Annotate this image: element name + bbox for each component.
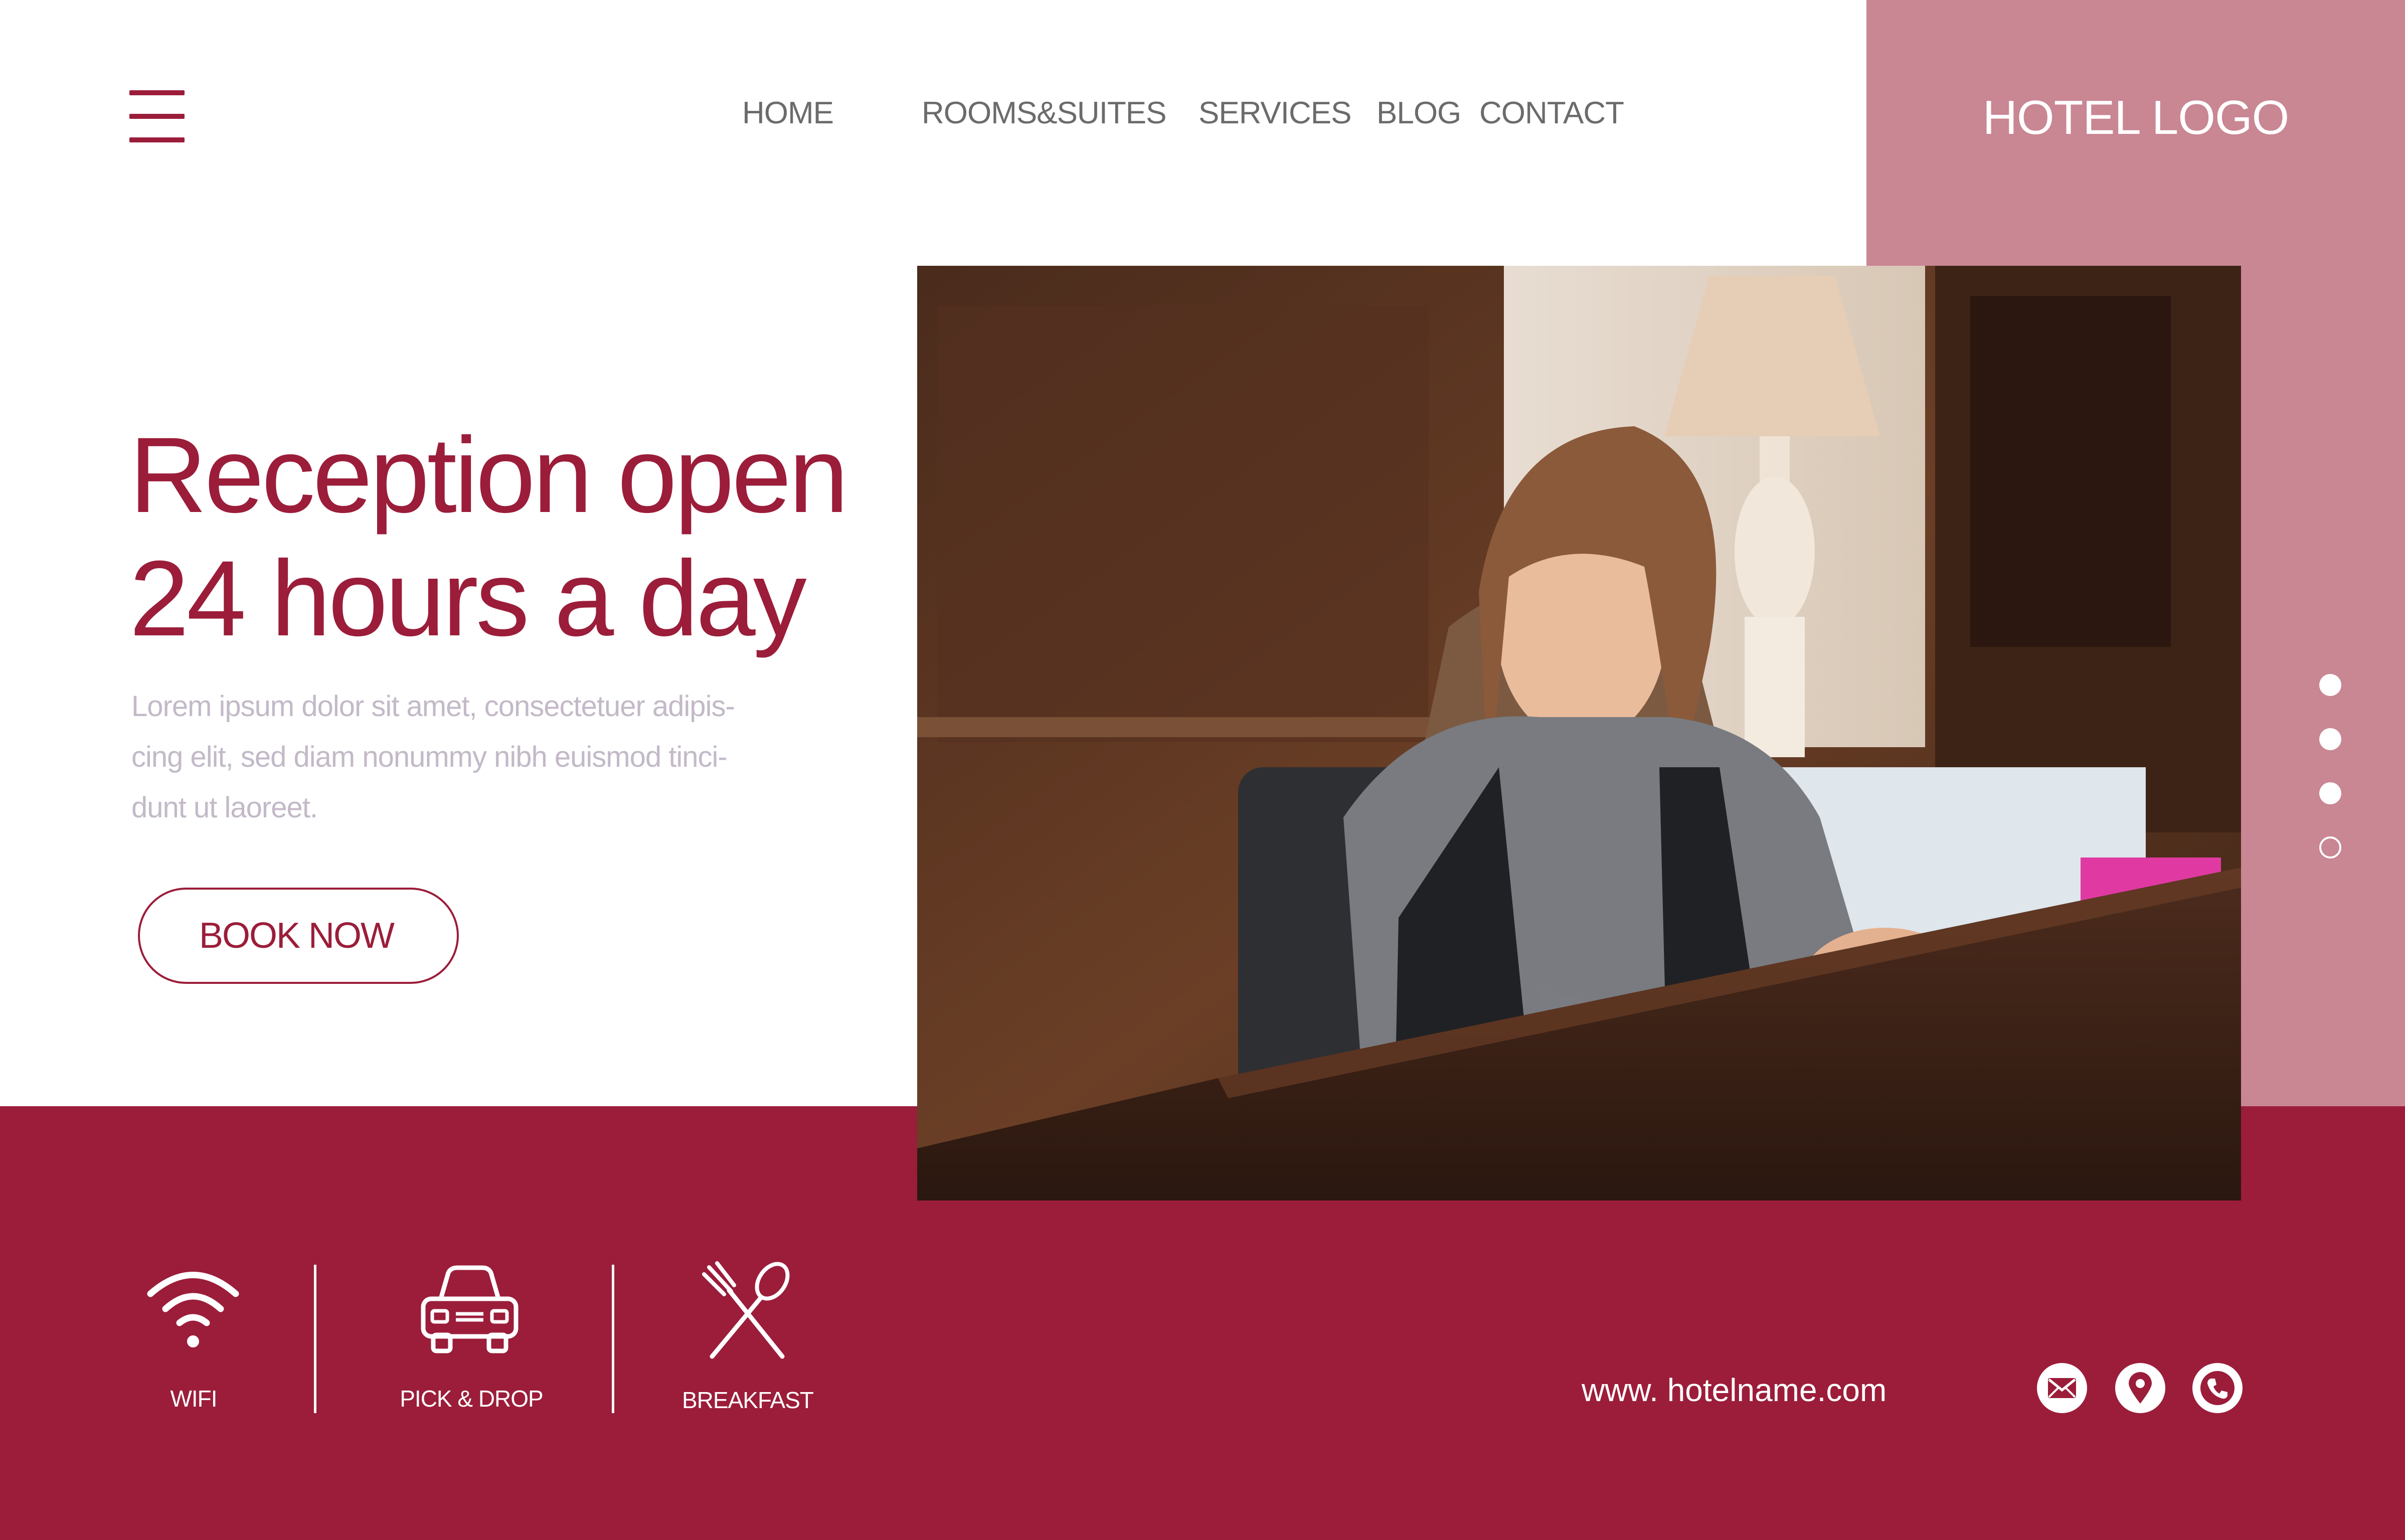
mail-icon[interactable] xyxy=(2037,1363,2087,1413)
hotel-logo[interactable]: HOTEL LOGO xyxy=(1866,90,2405,145)
nav-blog[interactable]: BLOG xyxy=(1377,95,1461,131)
nav-home[interactable]: HOME xyxy=(742,95,834,131)
amenity-label-wifi: WIFI xyxy=(170,1386,217,1412)
amenity-divider xyxy=(612,1265,614,1413)
slider-dot-3[interactable] xyxy=(2319,782,2341,804)
amenity-divider xyxy=(314,1265,316,1413)
amenity-label-pick-drop: PICK & DROP xyxy=(400,1386,544,1412)
hero-title: Reception open 24 hours a day xyxy=(129,414,882,660)
hero-description: Lorem ipsum dolor sit amet, consectetuer… xyxy=(131,690,735,824)
fork-spoon-icon xyxy=(702,1261,792,1364)
nav-rooms-suites[interactable]: ROOMS&SUITES xyxy=(922,95,1167,131)
amenity-label-breakfast: BREAKFAST xyxy=(682,1387,814,1413)
slider-dot-4[interactable] xyxy=(2319,836,2341,859)
hamburger-menu-icon[interactable] xyxy=(129,90,185,142)
hero-title-line-2: 24 hours a day xyxy=(129,539,807,658)
book-now-button[interactable]: BOOK NOW xyxy=(138,888,459,984)
hero-title-line-1: Reception open xyxy=(129,415,848,535)
slider-dot-2[interactable] xyxy=(2319,728,2341,750)
website-link[interactable]: www. hotelname.com xyxy=(1582,1372,1886,1409)
hero-photo xyxy=(917,266,2241,1201)
location-pin-icon[interactable] xyxy=(2115,1363,2165,1413)
nav-contact[interactable]: CONTACT xyxy=(1479,95,1624,131)
car-icon xyxy=(418,1264,521,1356)
wifi-icon xyxy=(145,1259,241,1356)
nav-services[interactable]: SERVICES xyxy=(1198,95,1351,131)
phone-icon[interactable] xyxy=(2192,1363,2243,1413)
slider-dot-1[interactable] xyxy=(2319,674,2341,696)
